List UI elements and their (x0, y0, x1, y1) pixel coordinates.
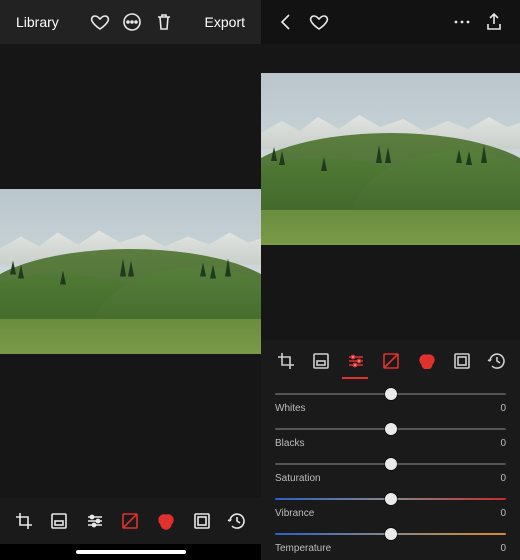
frame-icon[interactable] (448, 347, 474, 373)
preset-icon[interactable] (307, 347, 333, 373)
color-wheel-icon[interactable] (413, 347, 439, 373)
heart-icon[interactable] (90, 12, 110, 32)
trash-icon[interactable] (154, 12, 174, 32)
slider-vibrance[interactable]: Vibrance 0 (275, 493, 506, 519)
slider-label: Vibrance (275, 508, 314, 519)
library-button[interactable]: Library (16, 14, 59, 30)
slider-label: Saturation (275, 473, 321, 484)
home-indicator (0, 544, 261, 560)
slider-label: Temperature (275, 543, 331, 554)
frame-icon[interactable] (189, 508, 215, 534)
color-wheel-icon[interactable] (153, 508, 179, 534)
photo-preview (0, 189, 261, 354)
crop-icon[interactable] (272, 347, 298, 373)
more-icon[interactable] (452, 12, 472, 32)
share-icon[interactable] (484, 12, 504, 32)
slider-panel: Whites 0 Blacks 0 Saturation 0 Vibrance 0 Te… (261, 380, 520, 560)
slider-thumb[interactable] (385, 493, 397, 505)
slider-blacks[interactable]: Blacks 0 (275, 423, 506, 449)
adjust-icon[interactable] (82, 508, 108, 534)
slider-whites[interactable]: Whites 0 (275, 388, 506, 414)
curves-icon[interactable] (117, 508, 143, 534)
slider-label: Blacks (275, 438, 304, 449)
slider-value: 0 (500, 543, 506, 554)
photo-preview (261, 73, 520, 245)
slider-saturation[interactable]: Saturation 0 (275, 458, 506, 484)
export-button[interactable]: Export (205, 14, 245, 30)
slider-thumb[interactable] (385, 423, 397, 435)
slider-temperature[interactable]: Temperature 0 (275, 528, 506, 554)
photo-canvas[interactable] (0, 44, 261, 498)
crop-icon[interactable] (11, 508, 37, 534)
slider-value: 0 (500, 508, 506, 519)
top-toolbar: Library Export (0, 0, 261, 44)
slider-label: Whites (275, 403, 306, 414)
back-button[interactable] (277, 12, 297, 32)
mid-toolstrip (261, 340, 520, 380)
slider-value: 0 (500, 473, 506, 484)
slider-thumb[interactable] (385, 388, 397, 400)
bottom-toolstrip (0, 498, 261, 544)
curves-icon[interactable] (377, 347, 403, 373)
slider-value: 0 (500, 438, 506, 449)
photo-canvas[interactable] (261, 44, 520, 274)
spacer (261, 274, 520, 340)
slider-thumb[interactable] (385, 528, 397, 540)
adjust-icon[interactable] (342, 347, 368, 373)
preset-icon[interactable] (46, 508, 72, 534)
editor-pane-browse: Library Export (0, 0, 261, 560)
history-icon[interactable] (483, 347, 509, 373)
more-icon[interactable] (122, 12, 142, 32)
slider-thumb[interactable] (385, 458, 397, 470)
editor-pane-adjust: Whites 0 Blacks 0 Saturation 0 Vibrance 0 Te… (261, 0, 520, 560)
heart-icon[interactable] (309, 12, 329, 32)
history-icon[interactable] (224, 508, 250, 534)
top-toolbar (261, 0, 520, 44)
slider-value: 0 (500, 403, 506, 414)
